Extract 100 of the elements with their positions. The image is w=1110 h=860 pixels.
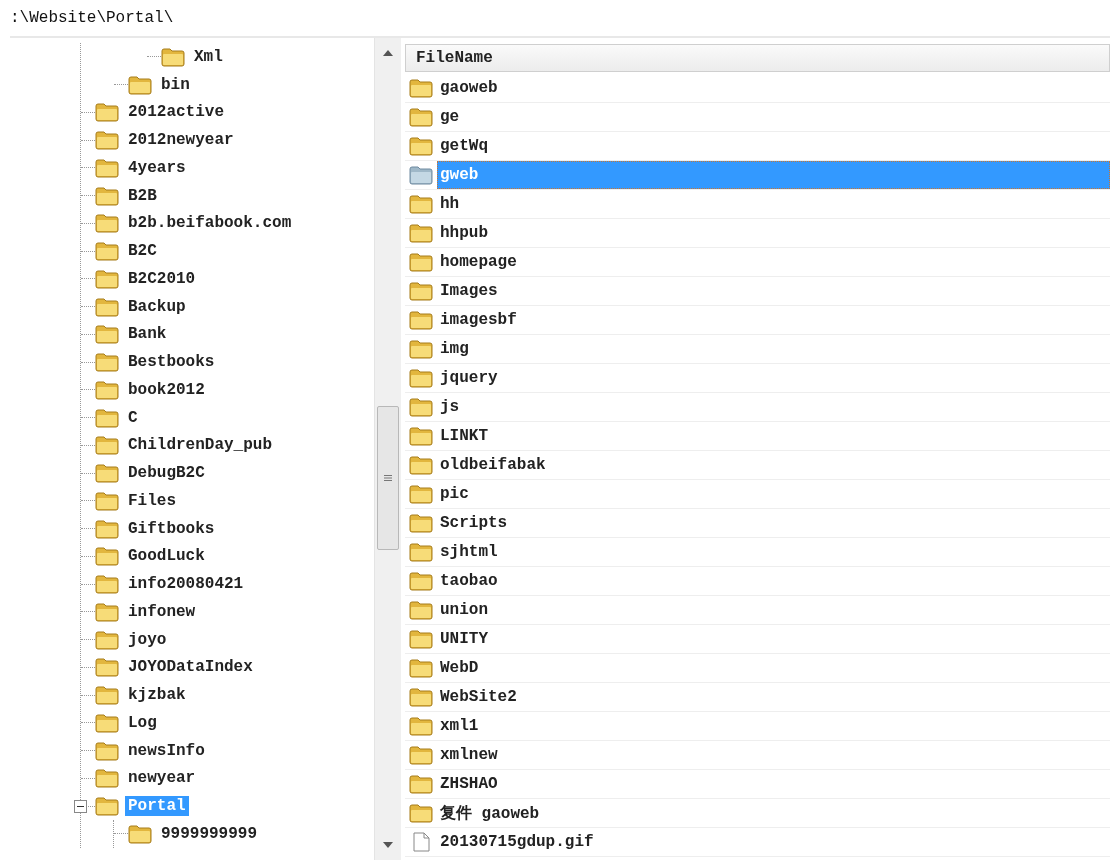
tree-item[interactable]: Giftbooks [125, 518, 218, 539]
scroll-up-icon[interactable] [383, 50, 393, 56]
folder-icon [409, 774, 433, 794]
tree-item[interactable]: Backup [125, 296, 189, 317]
tree-item[interactable]: newyear [125, 768, 199, 789]
folder-icon [409, 339, 433, 359]
file-name[interactable]: js [437, 393, 1110, 421]
folder-icon [409, 513, 433, 533]
folder-icon [95, 601, 119, 622]
folder-icon [95, 213, 119, 234]
file-name[interactable]: union [437, 596, 1110, 624]
file-name[interactable]: 复件 gaoweb [437, 799, 1110, 827]
file-name[interactable]: img [437, 335, 1110, 363]
file-name[interactable]: Images [437, 277, 1110, 305]
file-name[interactable]: hhpub [437, 219, 1110, 247]
collapse-icon[interactable] [74, 799, 87, 813]
folder-icon [409, 484, 433, 504]
file-name[interactable]: pic [437, 480, 1110, 508]
file-name[interactable]: 20130715gdup.gif [437, 828, 1110, 856]
folder-icon [95, 296, 119, 317]
file-name[interactable]: UNITY [437, 625, 1110, 653]
tree-item[interactable]: B2B [125, 185, 160, 206]
folder-icon [95, 768, 119, 789]
tree-item[interactable]: book2012 [125, 379, 208, 400]
folder-icon [409, 803, 433, 823]
folder-icon [95, 185, 119, 206]
folder-icon [95, 463, 119, 484]
folder-icon [409, 629, 433, 649]
tree-item[interactable]: 4years [125, 157, 189, 178]
tree-item[interactable]: b2b.beifabook.com [125, 213, 295, 234]
folder-icon [95, 324, 119, 345]
column-header[interactable]: FileName [405, 44, 1110, 72]
tree-item[interactable]: JOYODataIndex [125, 657, 256, 678]
file-name[interactable]: getWq [437, 132, 1110, 160]
tree-item[interactable]: newsInfo [125, 740, 208, 761]
folder-icon [128, 74, 152, 95]
tree-item[interactable]: GoodLuck [125, 546, 208, 567]
folder-icon [409, 397, 433, 417]
folder-icon [409, 78, 433, 98]
file-name[interactable]: imagesbf [437, 306, 1110, 334]
folder-icon [409, 368, 433, 388]
file-name[interactable]: LINKT [437, 422, 1110, 450]
tree-item[interactable]: joyo [125, 629, 170, 650]
scrollbar[interactable] [374, 38, 401, 860]
scroll-down-icon[interactable] [383, 842, 393, 848]
tree-item[interactable]: info20080421 [125, 574, 247, 595]
file-name[interactable]: Scripts [437, 509, 1110, 537]
folder-icon [409, 107, 433, 127]
folder-icon [95, 352, 119, 373]
scroll-thumb[interactable] [377, 406, 399, 550]
file-name[interactable]: WebD [437, 654, 1110, 682]
tree-item[interactable]: Log [125, 712, 160, 733]
tree-item[interactable]: B2C [125, 241, 160, 262]
folder-icon [409, 310, 433, 330]
tree-item[interactable]: Bank [125, 324, 170, 345]
tree-item[interactable]: infonew [125, 601, 199, 622]
file-name[interactable]: hh [437, 190, 1110, 218]
folder-icon [161, 46, 185, 67]
tree-item[interactable]: DebugB2C [125, 463, 208, 484]
tree-item[interactable]: Files [125, 490, 179, 511]
tree-item[interactable]: 9999999999 [158, 823, 260, 844]
tree-item[interactable]: Bestbooks [125, 352, 218, 373]
folder-icon [409, 223, 433, 243]
folder-icon [95, 685, 119, 706]
folder-icon [409, 252, 433, 272]
file-name[interactable]: ge [437, 103, 1110, 131]
file-name[interactable]: xml1 [437, 712, 1110, 740]
file-name[interactable]: homepage [437, 248, 1110, 276]
folder-icon [128, 823, 152, 844]
tree-item[interactable]: C [125, 407, 141, 428]
tree-item[interactable]: 2012newyear [125, 130, 237, 151]
folder-icon [95, 102, 119, 123]
folder-icon [409, 716, 433, 736]
folder-icon [95, 740, 119, 761]
folder-icon [95, 157, 119, 178]
folder-icon [95, 518, 119, 539]
folder-icon [409, 455, 433, 475]
file-name[interactable]: gaoweb [437, 74, 1110, 102]
tree-item[interactable]: kjzbak [125, 685, 189, 706]
folder-icon [95, 268, 119, 289]
tree-item[interactable]: B2C2010 [125, 268, 199, 289]
file-name[interactable]: ZHSHAO [437, 770, 1110, 798]
file-name[interactable]: oldbeifabak [437, 451, 1110, 479]
tree-item[interactable]: 2012active [125, 102, 227, 123]
folder-icon [95, 435, 119, 456]
tree-item[interactable]: bin [158, 74, 193, 95]
file-name[interactable]: xmlnew [437, 741, 1110, 769]
tree-item[interactable]: Xml [191, 46, 226, 67]
folder-icon [409, 136, 433, 156]
folder-icon [409, 571, 433, 591]
folder-icon [409, 542, 433, 562]
folder-icon [409, 165, 433, 185]
file-name[interactable]: WebSite2 [437, 683, 1110, 711]
tree-item[interactable]: ChildrenDay_pub [125, 435, 276, 456]
file-name[interactable]: sjhtml [437, 538, 1110, 566]
folder-icon [95, 629, 119, 650]
folder-icon [95, 379, 119, 400]
file-name[interactable]: taobao [437, 567, 1110, 595]
file-name[interactable]: jquery [437, 364, 1110, 392]
path-text: :\Website\Portal\ [10, 9, 174, 27]
